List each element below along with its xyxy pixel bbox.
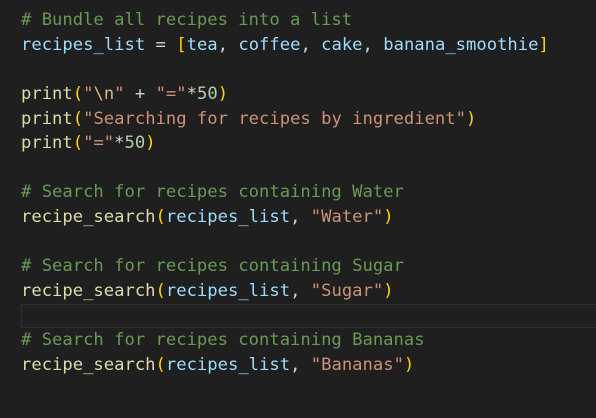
string-bananas: "Bananas" (310, 354, 404, 375)
comment-sugar: # Search for recipes containing Sugar (21, 256, 404, 277)
comment-bananas: # Search for recipes containing Bananas (21, 330, 425, 351)
string-water: "Water" (310, 207, 384, 228)
current-line-highlight[interactable] (0, 303, 596, 329)
list-item-tea: tea (186, 34, 218, 55)
paren-close: ) (403, 354, 415, 375)
print-call: print (21, 133, 73, 154)
paren-open: ( (72, 83, 84, 104)
argument-recipes-list: recipes_list (165, 281, 291, 302)
string-quote-open: " (83, 83, 94, 104)
code-line-9[interactable]: recipe_search(recipes_list, "Water") (0, 205, 596, 230)
code-line-12[interactable]: recipe_search(recipes_list, "Sugar") (0, 279, 596, 304)
code-line-1[interactable]: # Bundle all recipes into a list (0, 8, 596, 33)
argument-separator: , (290, 354, 311, 375)
variable-recipes-list: recipes_list (21, 34, 146, 55)
escape-newline: \n (93, 83, 115, 104)
comment-bundle: # Bundle all recipes into a list (21, 10, 353, 30)
code-line-2[interactable]: recipes_list = [tea, coffee, cake, banan… (0, 33, 596, 58)
paren-open: ( (72, 108, 84, 129)
paren-close: ) (145, 133, 156, 154)
recipe-search-call: recipe_search (21, 281, 156, 302)
comment-water: # Search for recipes containing Water (21, 182, 404, 203)
code-line-7[interactable] (0, 156, 596, 181)
code-line-11[interactable]: # Search for recipes containing Sugar (0, 254, 596, 279)
list-close-bracket: ] (538, 34, 549, 55)
string-quote-close: " (114, 83, 125, 104)
code-line-14[interactable]: # Search for recipes containing Bananas (0, 328, 596, 353)
number-50: 50 (196, 83, 218, 104)
code-line-3[interactable] (0, 57, 596, 82)
paren-close: ) (465, 108, 477, 129)
assign-operator: = (145, 34, 177, 55)
multiply-operator: * (186, 83, 197, 104)
recipe-search-call: recipe_search (21, 207, 156, 228)
paren-open: ( (72, 133, 84, 154)
code-line-8[interactable]: # Search for recipes containing Water (0, 180, 596, 205)
multiply-operator: * (114, 133, 125, 154)
list-separator: , (300, 34, 322, 55)
paren-close: ) (217, 83, 229, 104)
string-equals: "=" (155, 83, 187, 104)
code-line-10[interactable] (0, 230, 596, 255)
code-editor[interactable]: # Bundle all recipes into a list recipes… (0, 8, 596, 378)
string-sugar: "Sugar" (310, 281, 384, 302)
list-separator: , (217, 34, 239, 55)
list-item-cake: cake (321, 34, 363, 55)
list-open-bracket: [ (176, 34, 187, 55)
code-line-15[interactable]: recipe_search(recipes_list, "Bananas") (0, 353, 596, 378)
paren-open: ( (155, 281, 166, 302)
code-line-4[interactable]: print("\n" + "="*50) (0, 82, 596, 107)
code-line-5[interactable]: print("Searching for recipes by ingredie… (0, 107, 596, 132)
argument-separator: , (290, 281, 311, 302)
string-searching: "Searching for recipes by ingredient" (83, 108, 466, 129)
list-separator: , (362, 34, 384, 55)
paren-open: ( (155, 354, 166, 375)
paren-close: ) (383, 207, 394, 228)
list-item-banana-smoothie: banana_smoothie (383, 34, 539, 55)
paren-close: ) (383, 281, 394, 302)
print-call: print (21, 108, 73, 129)
plus-operator: + (124, 83, 156, 104)
list-item-coffee: coffee (238, 34, 301, 55)
recipe-search-call: recipe_search (21, 354, 156, 375)
argument-recipes-list: recipes_list (165, 207, 291, 228)
code-line-6[interactable]: print("="*50) (0, 131, 596, 156)
argument-recipes-list: recipes_list (165, 354, 291, 375)
number-50: 50 (124, 133, 146, 154)
paren-open: ( (155, 207, 166, 228)
argument-separator: , (290, 207, 311, 228)
string-equals: "=" (83, 133, 115, 154)
print-call: print (21, 83, 73, 104)
